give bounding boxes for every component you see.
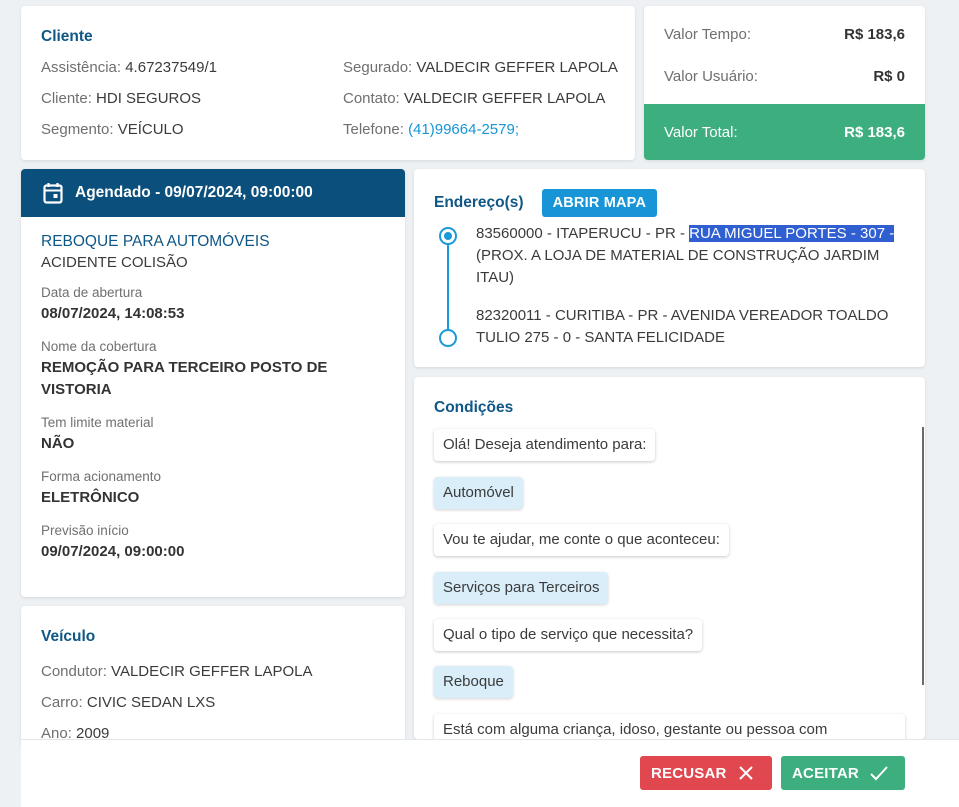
address-title: Endereço(s) — [434, 194, 524, 211]
segmento-row: Segmento: VEÍCULO — [41, 121, 184, 138]
valor-tempo-value: R$ 183,6 — [844, 25, 905, 43]
field-value: 08/07/2024, 14:08:53 — [41, 305, 185, 322]
field-label: Tem limite material — [41, 415, 154, 430]
assistencia-label: Assistência: — [41, 59, 122, 76]
schedule-card: Agendado - 09/07/2024, 09:00:00 REBOQUE … — [21, 169, 405, 597]
contato-label: Contato: — [343, 90, 400, 107]
chat-message-bot: Qual o tipo de serviço que necessita? — [434, 619, 703, 651]
origin-address-prefix: 83560000 - ITAPERUCU - PR - — [476, 225, 690, 242]
field-label: Nome da cobertura — [41, 339, 157, 354]
refuse-button[interactable]: RECUSAR — [640, 756, 772, 790]
field-value: ELETRÔNICO — [41, 489, 140, 506]
chat-message-bot: Vou te ajudar, me conte o que aconteceu: — [434, 524, 729, 556]
field-limite-material: Tem limite material NÃO — [41, 415, 385, 455]
field-value: REMOÇÃO PARA TERCEIRO POSTO DE VISTORIA — [41, 359, 328, 398]
valor-usuario-label: Valor Usuário: — [664, 67, 758, 85]
segmento-label: Segmento: — [41, 121, 114, 138]
values-card: Valor Tempo: R$ 183,6 Valor Usuário: R$ … — [644, 6, 925, 160]
valor-total-row: Valor Total: R$ 183,6 — [644, 104, 925, 160]
vehicle-title: Veículo — [41, 628, 96, 645]
cliente-value: HDI SEGUROS — [96, 90, 202, 107]
segurado-value: VALDECIR GEFFER LAPOLA — [416, 59, 618, 76]
client-title: Cliente — [41, 28, 93, 45]
accept-button[interactable]: ACEITAR — [781, 756, 905, 790]
condutor-label: Condutor: — [41, 663, 107, 680]
field-label: Data de abertura — [41, 285, 143, 300]
conditions-card: Condições Olá! Deseja atendimento para: … — [414, 377, 925, 739]
check-icon — [870, 766, 888, 781]
refuse-button-label: RECUSAR — [651, 764, 727, 782]
segurado-label: Segurado: — [343, 59, 413, 76]
close-icon — [738, 766, 753, 780]
address-header: Endereço(s) ABRIR MAPA — [434, 189, 658, 217]
field-value: NÃO — [41, 435, 75, 452]
vehicle-card: Veículo Condutor: VALDECIR GEFFER LAPOLA… — [21, 606, 405, 746]
valor-tempo-row: Valor Tempo: R$ 183,6 — [644, 14, 925, 54]
valor-usuario-row: Valor Usuário: R$ 0 — [644, 56, 925, 96]
schedule-header-text: Agendado - 09/07/2024, 09:00:00 — [75, 184, 313, 201]
telefone-row: Telefone: (41)99664-2579; — [343, 121, 519, 138]
origin-address-highlight: RUA MIGUEL PORTES - 307 - — [689, 225, 895, 242]
destination-address: 82320011 - CURITIBA - PR - AVENIDA VEREA… — [476, 307, 889, 346]
accept-button-label: ACEITAR — [792, 764, 859, 782]
chat-message-user: Automóvel — [434, 477, 523, 509]
contato-row: Contato: VALDECIR GEFFER LAPOLA — [343, 90, 605, 107]
cliente-label: Cliente: — [41, 90, 92, 107]
valor-tempo-label: Valor Tempo: — [664, 25, 751, 43]
destination-marker-icon — [439, 329, 457, 347]
telefone-link[interactable]: (41)99664-2579; — [408, 121, 519, 138]
assistencia-row: Assistência: 4.67237549/1 — [41, 59, 217, 76]
carro-row: Carro: CIVIC SEDAN LXS — [41, 694, 215, 711]
field-forma-acionamento: Forma acionamento ELETRÔNICO — [41, 469, 385, 509]
segurado-row: Segurado: VALDECIR GEFFER LAPOLA — [343, 59, 618, 76]
chat-message-user: Reboque — [434, 666, 513, 698]
origin-address: 83560000 - ITAPERUCU - PR - RUA MIGUEL P… — [476, 223, 896, 289]
origin-marker-icon — [439, 227, 457, 245]
field-previsao-inicio: Previsão início 09/07/2024, 09:00:00 — [41, 523, 385, 563]
origin-address-suffix: (PROX. A LOJA DE MATERIAL DE CONSTRUÇÃO … — [476, 247, 880, 286]
schedule-header: Agendado - 09/07/2024, 09:00:00 — [21, 169, 405, 217]
calendar-icon — [43, 183, 63, 204]
chat-message-user: Serviços para Terceiros — [434, 572, 609, 604]
carro-value: CIVIC SEDAN LXS — [86, 694, 216, 711]
field-nome-cobertura: Nome da cobertura REMOÇÃO PARA TERCEIRO … — [41, 339, 385, 401]
chat-scrollbar[interactable] — [922, 427, 924, 685]
open-map-button[interactable]: ABRIR MAPA — [541, 189, 658, 217]
cliente-row: Cliente: HDI SEGUROS — [41, 90, 201, 107]
conditions-title: Condições — [434, 399, 514, 416]
field-label: Previsão início — [41, 523, 129, 538]
field-label: Forma acionamento — [41, 469, 162, 484]
telefone-label: Telefone: — [343, 121, 404, 138]
condutor-row: Condutor: VALDECIR GEFFER LAPOLA — [41, 663, 313, 680]
segmento-value: VEÍCULO — [117, 121, 184, 138]
field-data-abertura: Data de abertura 08/07/2024, 14:08:53 — [41, 285, 385, 325]
field-value: 09/07/2024, 09:00:00 — [41, 543, 185, 560]
chat-message-bot: Olá! Deseja atendimento para: — [434, 429, 656, 461]
valor-total-value: R$ 183,6 — [844, 123, 905, 141]
address-card: Endereço(s) ABRIR MAPA 83560000 - ITAPER… — [414, 169, 925, 367]
valor-usuario-value: R$ 0 — [873, 67, 905, 85]
service-title: REBOQUE PARA AUTOMÓVEIS — [41, 233, 270, 250]
chat-message-bot: Está com alguma criança, idoso, gestante… — [434, 714, 905, 739]
service-subtitle: ACIDENTE COLISÃO — [41, 254, 188, 271]
carro-label: Carro: — [41, 694, 83, 711]
action-footer: RECUSAR ACEITAR — [21, 739, 959, 807]
contato-value: VALDECIR GEFFER LAPOLA — [403, 90, 606, 107]
condutor-value: VALDECIR GEFFER LAPOLA — [111, 663, 313, 680]
valor-total-label: Valor Total: — [664, 123, 738, 141]
client-card: Cliente Assistência: 4.67237549/1 Client… — [21, 6, 635, 160]
assistencia-value: 4.67237549/1 — [125, 59, 217, 76]
route-timeline — [447, 239, 449, 335]
